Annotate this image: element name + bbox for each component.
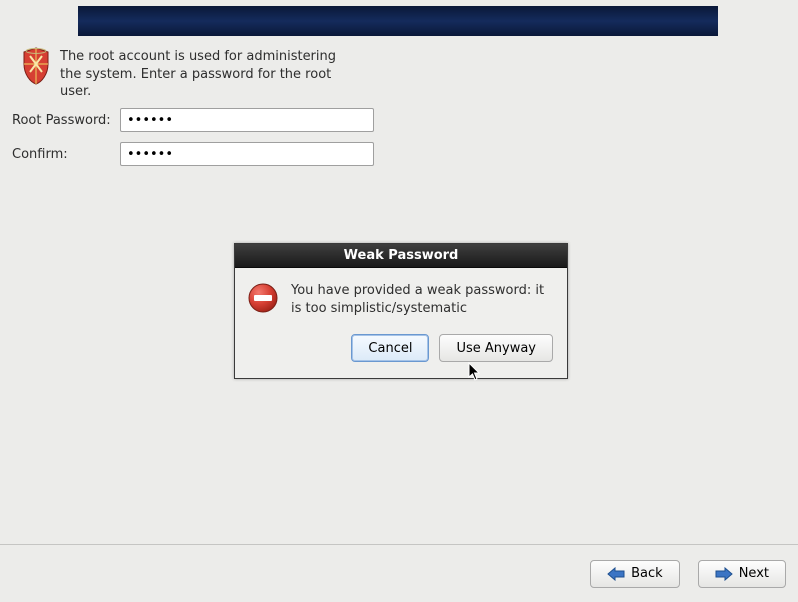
bottom-nav: Back Next xyxy=(0,544,798,602)
confirm-row: Confirm: xyxy=(12,142,374,166)
back-button[interactable]: Back xyxy=(590,560,680,588)
confirm-label: Confirm: xyxy=(12,147,120,162)
arrow-left-icon xyxy=(607,567,625,581)
weak-password-dialog: Weak Password You have provided a weak p… xyxy=(234,243,568,379)
shield-icon xyxy=(20,46,52,86)
intro-section: The root account is used for administeri… xyxy=(20,46,360,101)
dialog-message: You have provided a weak password: it is… xyxy=(291,282,551,318)
back-button-label: Back xyxy=(631,566,663,581)
root-password-input[interactable] xyxy=(120,108,374,132)
password-form: Root Password: Confirm: xyxy=(12,108,374,176)
use-anyway-button-label: Use Anyway xyxy=(456,341,536,356)
use-anyway-button[interactable]: Use Anyway xyxy=(439,334,553,362)
next-button[interactable]: Next xyxy=(698,560,786,588)
arrow-right-icon xyxy=(715,567,733,581)
dialog-title: Weak Password xyxy=(235,244,567,268)
root-password-row: Root Password: xyxy=(12,108,374,132)
dialog-body: You have provided a weak password: it is… xyxy=(235,268,567,328)
error-icon xyxy=(247,282,279,314)
root-password-label: Root Password: xyxy=(12,113,120,128)
dialog-button-row: Cancel Use Anyway xyxy=(235,328,567,378)
intro-text: The root account is used for administeri… xyxy=(60,46,360,101)
header-banner xyxy=(78,6,718,36)
cancel-button-label: Cancel xyxy=(368,341,412,356)
cancel-button[interactable]: Cancel xyxy=(351,334,429,362)
next-button-label: Next xyxy=(739,566,769,581)
confirm-input[interactable] xyxy=(120,142,374,166)
